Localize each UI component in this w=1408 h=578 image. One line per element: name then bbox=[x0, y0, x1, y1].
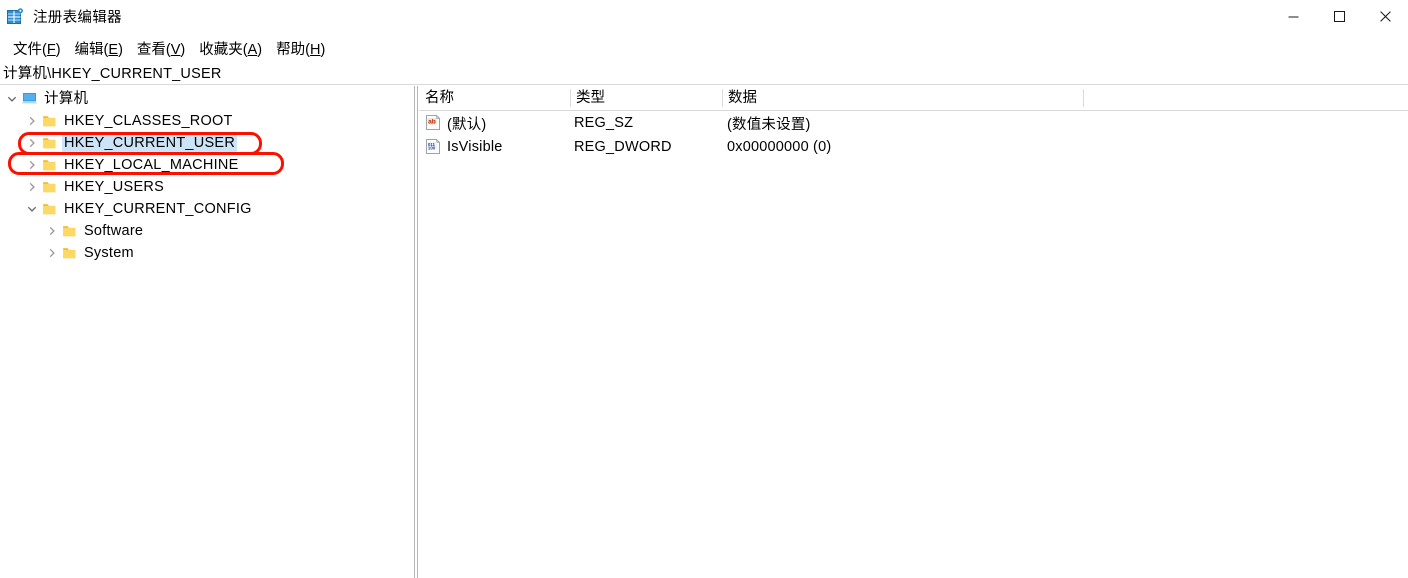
tree-item-hkey-users[interactable]: HKEY_USERS bbox=[0, 176, 414, 198]
value-name: IsVisible bbox=[447, 139, 503, 155]
registry-tree-pane: 计算机 HKEY_CLASSES_ROOT HKEY_CURRENT_USER … bbox=[0, 86, 414, 578]
chevron-right-icon[interactable] bbox=[24, 157, 40, 173]
menu-edit-key: E bbox=[108, 41, 119, 58]
chevron-down-icon[interactable] bbox=[24, 201, 40, 217]
menu-view-pre: 查看( bbox=[136, 41, 171, 58]
string-value-icon: ab bbox=[425, 114, 442, 131]
menu-edit-pre: 编辑( bbox=[74, 41, 109, 58]
folder-icon bbox=[40, 179, 58, 195]
svg-text:100: 100 bbox=[428, 145, 436, 150]
column-header-name[interactable]: 名称 bbox=[419, 86, 570, 110]
folder-icon bbox=[40, 201, 58, 217]
value-data: (数值未设置) bbox=[727, 116, 811, 133]
value-row[interactable]: ab (默认) REG_SZ (数值未设置) bbox=[419, 111, 1408, 135]
window-title: 注册表编辑器 bbox=[33, 10, 122, 26]
tree-item-hkey-current-user[interactable]: HKEY_CURRENT_USER bbox=[0, 132, 414, 154]
menu-favorites-post: ) bbox=[257, 41, 263, 58]
menu-item-file[interactable]: 文件(F) bbox=[6, 37, 68, 60]
minimize-button[interactable] bbox=[1270, 0, 1316, 33]
folder-icon bbox=[60, 223, 78, 239]
menu-file-pre: 文件( bbox=[13, 41, 47, 58]
tree-item-label: HKEY_CURRENT_CONFIG bbox=[64, 201, 252, 217]
address-bar[interactable]: 计算机\HKEY_CURRENT_USER bbox=[0, 61, 1408, 85]
content-area: 计算机 HKEY_CLASSES_ROOT HKEY_CURRENT_USER … bbox=[0, 86, 1408, 578]
tree-item-system[interactable]: System bbox=[0, 242, 414, 264]
registry-editor-icon bbox=[7, 8, 24, 25]
svg-text:ab: ab bbox=[428, 119, 436, 126]
tree-item-hkey-local-machine[interactable]: HKEY_LOCAL_MACHINE bbox=[0, 154, 414, 176]
column-header-data[interactable]: 数据 bbox=[722, 86, 1083, 110]
chevron-right-icon[interactable] bbox=[44, 223, 60, 239]
tree-item-label: HKEY_CURRENT_USER bbox=[62, 132, 238, 154]
menu-bar: 文件(F) 编辑(E) 查看(V) 收藏夹(A) 帮助(H) bbox=[0, 37, 1408, 59]
pane-splitter[interactable] bbox=[414, 86, 418, 578]
value-data: 0x00000000 (0) bbox=[727, 139, 832, 155]
menu-item-help[interactable]: 帮助(H) bbox=[269, 37, 332, 60]
chevron-right-icon[interactable] bbox=[44, 245, 60, 261]
menu-file-post: ) bbox=[55, 41, 61, 58]
registry-editor-window: 注册表编辑器 文件(F) 编辑(E) 查看(V) 收藏夹(A) 帮助(H) 计算… bbox=[0, 0, 1408, 578]
tree-item-hkey-current-config[interactable]: HKEY_CURRENT_CONFIG bbox=[0, 198, 414, 220]
tree-item-label: Software bbox=[84, 223, 144, 239]
folder-icon bbox=[40, 135, 58, 151]
value-type: REG_DWORD bbox=[574, 139, 672, 155]
value-type: REG_SZ bbox=[574, 115, 634, 131]
folder-icon bbox=[60, 245, 78, 261]
tree-item-software[interactable]: Software bbox=[0, 220, 414, 242]
close-button[interactable] bbox=[1362, 0, 1408, 33]
registry-tree: 计算机 HKEY_CLASSES_ROOT HKEY_CURRENT_USER … bbox=[0, 86, 414, 264]
tree-item-label: HKEY_CLASSES_ROOT bbox=[64, 113, 233, 129]
binary-value-icon: 011 100 bbox=[425, 138, 442, 155]
tree-item-label: HKEY_USERS bbox=[64, 179, 165, 195]
chevron-down-icon[interactable] bbox=[4, 91, 20, 107]
close-icon bbox=[1379, 11, 1391, 22]
maximize-button[interactable] bbox=[1316, 0, 1362, 33]
menu-favorites-key: A bbox=[247, 41, 258, 58]
tree-item-label: 计算机 bbox=[44, 91, 89, 107]
chevron-right-icon[interactable] bbox=[24, 135, 40, 151]
tree-item-label: HKEY_LOCAL_MACHINE bbox=[64, 157, 239, 173]
menu-view-post: ) bbox=[180, 41, 186, 58]
menu-favorites-pre: 收藏夹( bbox=[199, 41, 248, 58]
column-header-type[interactable]: 类型 bbox=[570, 86, 722, 110]
menu-item-favorites[interactable]: 收藏夹(A) bbox=[192, 37, 269, 60]
registry-values-pane: 名称 类型 数据 ab (默认) REG_SZ (数值未设置) 011 100 … bbox=[419, 86, 1408, 578]
menu-edit-post: ) bbox=[118, 41, 123, 58]
folder-icon bbox=[40, 113, 58, 129]
address-path: 计算机\HKEY_CURRENT_USER bbox=[3, 66, 222, 82]
tree-item-computer[interactable]: 计算机 bbox=[0, 88, 414, 110]
values-column-header: 名称 类型 数据 bbox=[419, 86, 1408, 111]
chevron-right-icon[interactable] bbox=[24, 113, 40, 129]
value-row[interactable]: 011 100 IsVisible REG_DWORD 0x00000000 (… bbox=[419, 135, 1408, 159]
minimize-icon bbox=[1288, 16, 1298, 18]
tree-item-label: System bbox=[84, 245, 134, 261]
menu-view-key: V bbox=[170, 41, 181, 58]
menu-help-key: H bbox=[309, 41, 321, 58]
menu-help-post: ) bbox=[320, 41, 326, 58]
menu-help-pre: 帮助( bbox=[276, 41, 310, 58]
chevron-right-icon[interactable] bbox=[24, 179, 40, 195]
menu-file-key: F bbox=[46, 41, 56, 58]
column-separator[interactable] bbox=[1083, 89, 1084, 107]
maximize-icon bbox=[1333, 11, 1345, 22]
computer-icon bbox=[20, 91, 38, 107]
menu-item-edit[interactable]: 编辑(E) bbox=[68, 37, 130, 60]
value-name: (默认) bbox=[447, 116, 487, 133]
folder-icon bbox=[40, 157, 58, 173]
title-bar: 注册表编辑器 bbox=[0, 0, 1408, 33]
tree-item-hkey-classes-root[interactable]: HKEY_CLASSES_ROOT bbox=[0, 110, 414, 132]
window-controls bbox=[1270, 0, 1408, 33]
menu-item-view[interactable]: 查看(V) bbox=[130, 37, 192, 60]
